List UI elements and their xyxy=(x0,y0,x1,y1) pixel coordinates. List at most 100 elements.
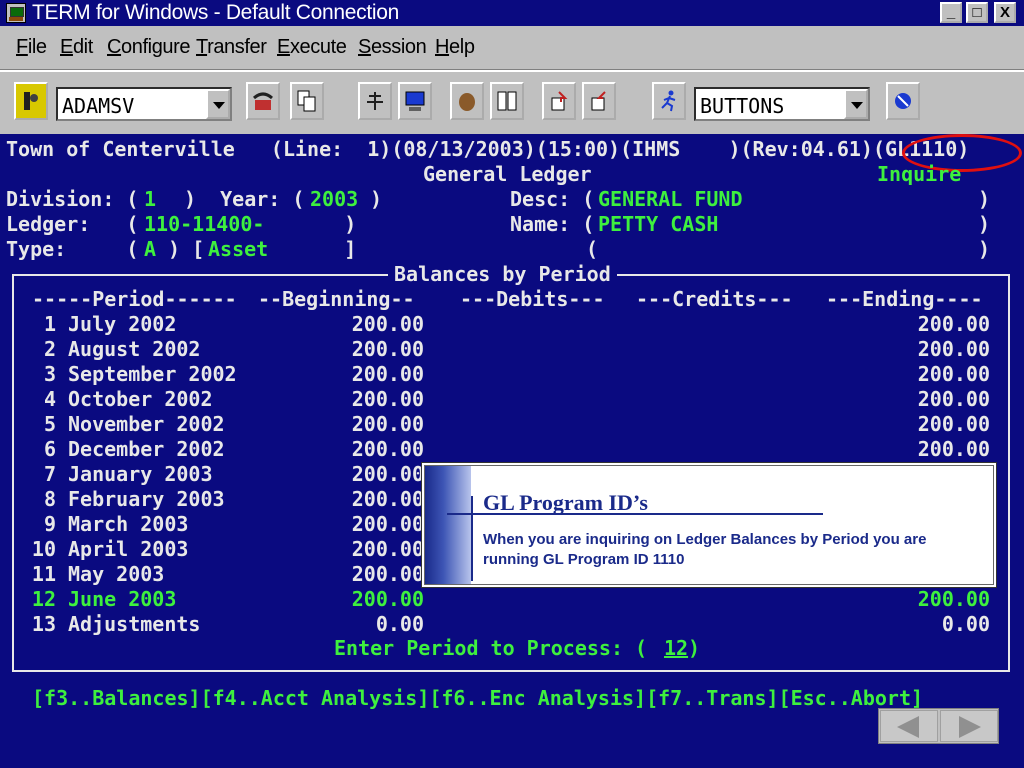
period-name: June 2003 xyxy=(68,587,177,611)
menu-help[interactable]: Help xyxy=(435,36,475,59)
period-name: April 2003 xyxy=(68,537,189,561)
previous-button[interactable] xyxy=(880,710,938,742)
minimize-button[interactable]: _ xyxy=(940,2,962,23)
slide-nav xyxy=(878,708,999,744)
blank-open: ( xyxy=(586,237,599,261)
period-number: 6 xyxy=(43,437,56,461)
ledger-field[interactable]: 110-11400- xyxy=(144,212,264,236)
user-combo[interactable]: ADAMSV xyxy=(56,87,232,121)
period-number: 12 xyxy=(31,587,56,611)
chevron-down-icon[interactable] xyxy=(844,89,868,119)
desc-label: Desc: ( xyxy=(510,187,595,211)
ending-balance: 200.00 xyxy=(917,312,990,336)
title-bar: TERM for Windows - Default Connection _ … xyxy=(0,0,1024,26)
running-man-icon xyxy=(661,90,676,112)
desc-field[interactable]: GENERAL FUND xyxy=(598,187,743,211)
arrow-right-icon xyxy=(959,716,981,738)
year-field[interactable]: 2003 xyxy=(310,187,358,211)
menu-execute[interactable]: Execute xyxy=(277,36,347,59)
menu-file[interactable]: File xyxy=(16,36,47,59)
help-button[interactable] xyxy=(886,82,920,120)
terminal-button[interactable] xyxy=(398,82,432,120)
beginning-balance: 200.00 xyxy=(351,387,424,411)
book-button[interactable] xyxy=(490,82,524,120)
menu-session[interactable]: Session xyxy=(358,36,427,59)
hangup-button[interactable] xyxy=(246,82,280,120)
type-close: ] xyxy=(272,237,357,261)
ending-balance: 200.00 xyxy=(917,412,990,436)
balances-title: Balances by Period xyxy=(388,262,617,286)
ending-balance: 200.00 xyxy=(917,587,990,611)
menu-bar: File Edit Configure Transfer Execute Ses… xyxy=(0,26,1024,70)
period-input[interactable]: 12 xyxy=(664,636,688,660)
screen-subtitle: General Ledger xyxy=(423,162,592,186)
close-button[interactable]: X xyxy=(994,2,1016,23)
name-field[interactable]: PETTY CASH xyxy=(598,212,718,236)
send-file-button[interactable] xyxy=(542,82,576,120)
copy-button[interactable] xyxy=(290,82,324,120)
period-name: May 2003 xyxy=(68,562,165,586)
maximize-button[interactable]: □ xyxy=(966,2,988,23)
record-button[interactable] xyxy=(450,82,484,120)
receive-file-button[interactable] xyxy=(582,82,616,120)
ending-balance: 200.00 xyxy=(917,437,990,461)
col-debits: ---Debits--- xyxy=(460,287,605,311)
next-button[interactable] xyxy=(940,710,998,742)
ending-balance: 200.00 xyxy=(917,337,990,361)
type-name: Asset xyxy=(208,237,269,261)
col-ending: ---Ending---- xyxy=(826,287,983,311)
monitor-icon xyxy=(405,91,425,111)
period-number: 9 xyxy=(43,512,56,536)
period-name: August 2002 xyxy=(68,337,201,361)
division-field[interactable]: 1 xyxy=(144,187,156,211)
buttons-combo[interactable]: BUTTONS xyxy=(694,87,870,121)
period-name: July 2002 xyxy=(68,312,177,336)
ending-balance: 200.00 xyxy=(917,362,990,386)
period-number: 11 xyxy=(31,562,56,586)
name-label: Name: ( xyxy=(510,212,595,236)
terminal-header: Town of Centerville (Line: 1)(08/13/2003… xyxy=(6,137,970,161)
callout-frame: GL Program ID’s When you are inquiring o… xyxy=(424,465,994,585)
prompt-label: Enter Period to Process: ( xyxy=(334,636,648,660)
ledger-close: ) xyxy=(284,212,357,236)
user-combo-value: ADAMSV xyxy=(62,94,135,118)
period-name: Adjustments xyxy=(68,612,201,636)
beginning-balance: 200.00 xyxy=(351,487,424,511)
run-button[interactable] xyxy=(652,82,686,120)
period-number: 3 xyxy=(43,362,56,386)
prompt-close: ) xyxy=(688,636,701,660)
ending-balance: 200.00 xyxy=(917,387,990,411)
function-key-bar[interactable]: [f3..Balances][f4..Acct Analysis][f6..En… xyxy=(32,686,923,710)
menu-transfer[interactable]: Transfer xyxy=(196,36,267,59)
year-close: ) xyxy=(358,187,383,211)
antenna-icon xyxy=(367,92,383,110)
period-name: March 2003 xyxy=(68,512,189,536)
callout-title: GL Program ID’s xyxy=(483,490,648,515)
menu-edit[interactable]: Edit xyxy=(60,36,93,59)
type-field[interactable]: A xyxy=(144,237,156,261)
beginning-balance: 200.00 xyxy=(351,362,424,386)
beginning-balance: 200.00 xyxy=(351,312,424,336)
telephone-icon xyxy=(253,92,273,110)
help-icon xyxy=(895,93,911,109)
beginning-balance: 200.00 xyxy=(351,537,424,561)
period-name: November 2002 xyxy=(68,412,225,436)
chevron-down-icon[interactable] xyxy=(206,89,230,119)
network-button[interactable] xyxy=(358,82,392,120)
col-period: -----Period------ xyxy=(32,287,237,311)
period-name: December 2002 xyxy=(68,437,225,461)
app-icon[interactable] xyxy=(6,3,26,23)
mode-indicator: Inquire xyxy=(877,162,962,186)
menu-configure[interactable]: Configure xyxy=(107,36,191,59)
callout-body: When you are inquiring on Ledger Balance… xyxy=(483,531,927,568)
window-title: TERM for Windows - Default Connection xyxy=(32,1,400,24)
terminal-screen[interactable]: Town of Centerville (Line: 1)(08/13/2003… xyxy=(0,134,1024,768)
period-number: 13 xyxy=(31,612,56,636)
beginning-balance: 0.00 xyxy=(375,612,424,636)
beginning-balance: 200.00 xyxy=(351,512,424,536)
ending-balance: 0.00 xyxy=(941,612,990,636)
connect-button[interactable] xyxy=(14,82,48,120)
copy-icon xyxy=(297,90,316,112)
col-beginning: --Beginning-- xyxy=(258,287,415,311)
book-icon xyxy=(497,91,517,111)
